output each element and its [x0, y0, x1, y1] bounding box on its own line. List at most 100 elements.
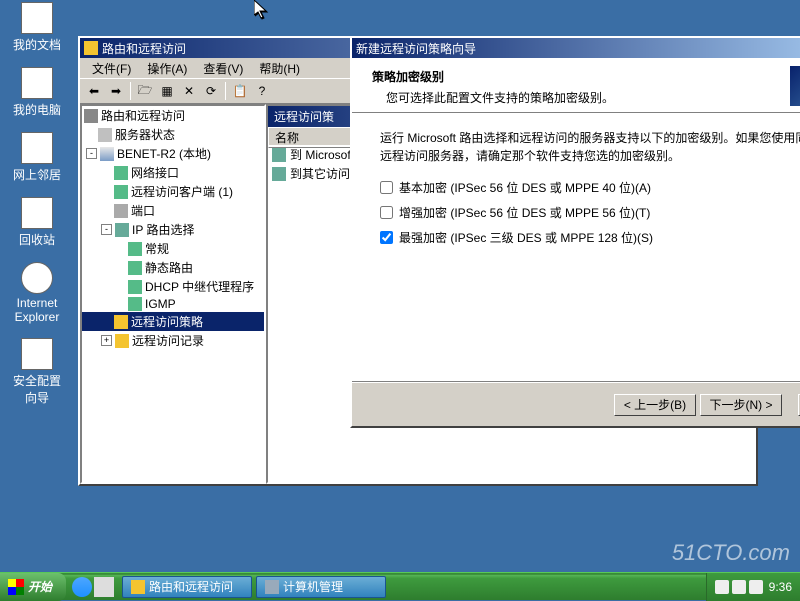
status-icon: [98, 128, 112, 142]
tree-item-logging[interactable]: + 远程访问记录: [82, 331, 264, 350]
tree-item-clients[interactable]: 远程访问客户端 (1): [82, 182, 264, 201]
tree-label: 网络接口: [131, 164, 179, 181]
ports-icon: [114, 204, 128, 218]
toolbar-separator: [130, 82, 131, 100]
rras-icon: [131, 580, 145, 594]
delete-button[interactable]: ✕: [179, 81, 199, 101]
encryption-strongest-row[interactable]: 最强加密 (IPSec 三级 DES 或 MPPE 128 位)(S): [380, 229, 800, 246]
taskbar: 开始 路由和远程访问 计算机管理 9:36: [0, 572, 800, 600]
menu-help[interactable]: 帮助(H): [251, 60, 308, 76]
tree-label: 路由和远程访问: [101, 107, 185, 124]
desktop-icon-documents[interactable]: 我的文档: [8, 2, 66, 53]
wizard-header-subtitle: 您可选择此配置文件支持的策略加密级别。: [372, 89, 800, 106]
export-button[interactable]: 📋: [230, 81, 250, 101]
encryption-basic-row[interactable]: 基本加密 (IPSec 56 位 DES 或 MPPE 40 位)(A): [380, 179, 800, 196]
encryption-enhanced-checkbox[interactable]: [380, 206, 393, 219]
taskbar-task-rras[interactable]: 路由和远程访问: [122, 576, 252, 598]
desktop-icon-label: 安全配置向导: [8, 372, 66, 406]
desktop-icon-label: 我的文档: [13, 36, 61, 53]
menu-action[interactable]: 操作(A): [139, 60, 195, 76]
tree-label: IP 路由选择: [132, 221, 194, 238]
system-tray[interactable]: 9:36: [706, 573, 800, 601]
folder-icon: [115, 334, 129, 348]
tree-item-igmp[interactable]: IGMP: [82, 296, 264, 312]
wizard-dialog: 新建远程访问策略向导 策略加密级别 您可选择此配置文件支持的策略加密级别。 运行…: [350, 36, 800, 428]
policy-item-icon: [272, 167, 286, 181]
checkbox-label: 最强加密 (IPSec 三级 DES 或 MPPE 128 位)(S): [399, 229, 653, 246]
desktop-icon-label: 网上邻居: [13, 166, 61, 183]
network-icon: [21, 132, 53, 164]
policy-icon: [114, 315, 128, 329]
wizard-header: 策略加密级别 您可选择此配置文件支持的策略加密级别。: [352, 58, 800, 113]
ie-icon: [21, 262, 53, 294]
expand-icon[interactable]: +: [101, 335, 112, 346]
computer-icon: [21, 67, 53, 99]
tree-item-iprouting[interactable]: - IP 路由选择: [82, 220, 264, 239]
mouse-cursor-icon: [254, 0, 268, 20]
toolbar-separator: [225, 82, 226, 100]
tree-label: IGMP: [145, 297, 176, 311]
encryption-strongest-checkbox[interactable]: [380, 231, 393, 244]
wizard-titlebar[interactable]: 新建远程访问策略向导: [352, 38, 800, 58]
ql-ie-icon[interactable]: [72, 577, 92, 597]
window-title: 路由和远程访问: [102, 40, 186, 57]
up-button[interactable]: 🗁: [135, 81, 155, 101]
collapse-icon[interactable]: -: [101, 224, 112, 235]
security-icon: [21, 338, 53, 370]
netif-icon: [114, 166, 128, 180]
tree-root[interactable]: 路由和远程访问: [82, 106, 264, 125]
tray-icon[interactable]: [749, 580, 763, 594]
tree-server[interactable]: - BENET-R2 (本地): [82, 144, 264, 163]
encryption-basic-checkbox[interactable]: [380, 181, 393, 194]
desktop-icon-label: Internet Explorer: [8, 296, 66, 324]
help-button[interactable]: ?: [252, 81, 272, 101]
desktop-icon-security[interactable]: 安全配置向导: [8, 338, 66, 406]
list-item-label: 到 Microsoft: [290, 146, 354, 163]
ip-icon: [115, 223, 129, 237]
tree-label: 端口: [131, 202, 155, 219]
desktop-icon-network[interactable]: 网上邻居: [8, 132, 66, 183]
documents-icon: [21, 2, 53, 34]
start-button[interactable]: 开始: [0, 573, 66, 601]
desktop-icons: 我的文档 我的电脑 网上邻居 回收站 Internet Explorer 安全配…: [8, 2, 66, 406]
tree-label: 常规: [145, 240, 169, 257]
tree-label: BENET-R2 (本地): [117, 145, 211, 162]
refresh-button[interactable]: ⟳: [201, 81, 221, 101]
menu-file[interactable]: 文件(F): [84, 60, 139, 76]
recycle-icon: [21, 197, 53, 229]
ql-desktop-icon[interactable]: [94, 577, 114, 597]
next-button[interactable]: 下一步(N) >: [700, 394, 782, 416]
encryption-enhanced-row[interactable]: 增强加密 (IPSec 56 位 DES 或 MPPE 56 位)(T): [380, 204, 800, 221]
tree-item-netif[interactable]: 网络接口: [82, 163, 264, 182]
desktop-icon-ie[interactable]: Internet Explorer: [8, 262, 66, 324]
tray-icon[interactable]: [732, 580, 746, 594]
tree-item-ports[interactable]: 端口: [82, 201, 264, 220]
server-icon: [84, 109, 98, 123]
wizard-footer: < 上一步(B) 下一步(N) > 取: [352, 382, 800, 426]
desktop-icon-label: 回收站: [19, 231, 55, 248]
clock: 9:36: [769, 580, 792, 594]
taskbar-task-compmgmt[interactable]: 计算机管理: [256, 576, 386, 598]
tree-item-dhcp[interactable]: DHCP 中继代理程序: [82, 277, 264, 296]
properties-button[interactable]: ▦: [157, 81, 177, 101]
wizard-description: 运行 Microsoft 路由选择和远程访问的服务器支持以下的加密级别。如果您使…: [380, 129, 800, 165]
back-button[interactable]: ⬅: [84, 81, 104, 101]
tree-item-general[interactable]: 常规: [82, 239, 264, 258]
compmgmt-icon: [265, 580, 279, 594]
wizard-banner-icon: [790, 66, 800, 106]
tree-item-static[interactable]: 静态路由: [82, 258, 264, 277]
tray-icon[interactable]: [715, 580, 729, 594]
tree-label: 远程访问记录: [132, 332, 204, 349]
collapse-icon[interactable]: -: [86, 148, 97, 159]
tree-panel[interactable]: 路由和远程访问 服务器状态 - BENET-R2 (本地) 网络接口 远程访问客户…: [80, 104, 266, 484]
tree-label: 远程访问客户端 (1): [131, 183, 233, 200]
computer-icon: [100, 147, 114, 161]
desktop-icon-recycle[interactable]: 回收站: [8, 197, 66, 248]
tree-item-policy[interactable]: 远程访问策略: [82, 312, 264, 331]
desktop-icon-computer[interactable]: 我的电脑: [8, 67, 66, 118]
tree-status[interactable]: 服务器状态: [82, 125, 264, 144]
policy-item-icon: [272, 148, 286, 162]
back-button[interactable]: < 上一步(B): [614, 394, 696, 416]
menu-view[interactable]: 查看(V): [195, 60, 251, 76]
forward-button[interactable]: ➡: [106, 81, 126, 101]
